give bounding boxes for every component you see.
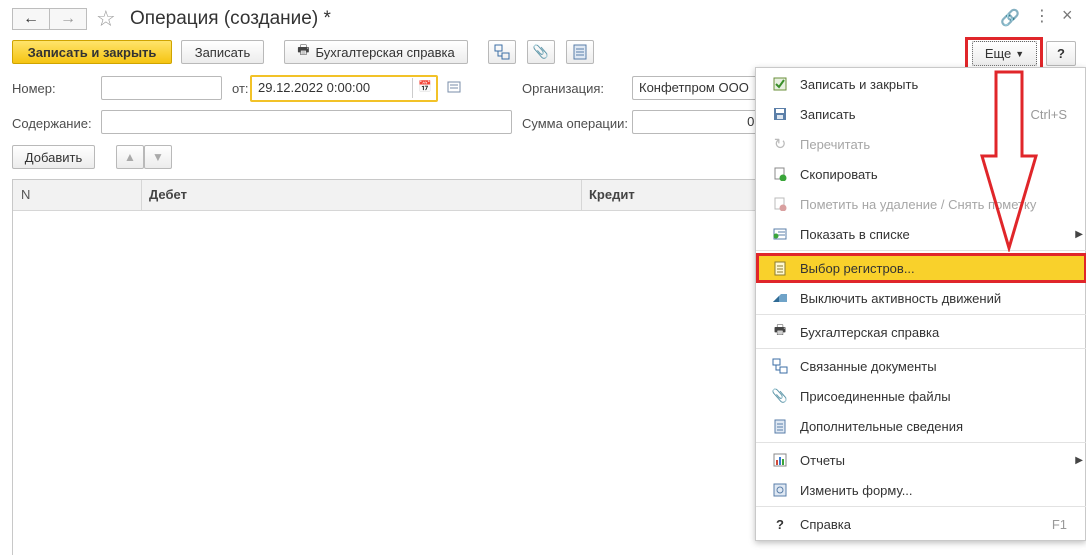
- column-divider: [581, 180, 582, 211]
- column-header-n[interactable]: N: [21, 187, 30, 202]
- copy-icon: [772, 166, 788, 182]
- favorite-star-icon[interactable]: ☆: [96, 6, 116, 32]
- menu-item-label: Выключить активность движений: [800, 290, 1002, 306]
- more-vertical-icon[interactable]: ⋮: [1034, 6, 1050, 26]
- annotation-arrow: [980, 70, 1039, 252]
- submenu-arrow-icon: ▶: [1075, 454, 1083, 466]
- menu-item-label: Показать в списке: [800, 226, 910, 242]
- menu-item-help[interactable]: ? Справка F1: [756, 510, 1086, 538]
- help-icon: ?: [776, 516, 784, 532]
- menu-separator: [756, 348, 1086, 349]
- info-button[interactable]: [566, 40, 594, 64]
- save-close-icon: [772, 76, 788, 92]
- move-up-button[interactable]: ▲: [116, 145, 144, 169]
- menu-item-label: Бухгалтерская справка: [800, 324, 940, 340]
- refresh-icon: ↻: [773, 136, 787, 153]
- save-button[interactable]: Записать: [181, 40, 264, 64]
- arrow-right-icon: →: [60, 10, 76, 27]
- delete-mark-icon: [772, 196, 788, 212]
- sum-label: Сумма операции:: [522, 116, 628, 131]
- floppy-icon: [772, 106, 788, 122]
- menu-separator: [756, 506, 1086, 507]
- calendar-icon[interactable]: 📅: [418, 80, 432, 93]
- org-label: Организация:: [522, 81, 605, 96]
- window-title: Операция (создание) *: [130, 8, 331, 29]
- more-button-label: Еще: [984, 46, 1012, 61]
- info-list-icon: [772, 418, 788, 434]
- arrow-up-icon: ▲: [124, 150, 136, 164]
- menu-item-label: Записать и закрыть: [800, 76, 919, 92]
- more-button[interactable]: Еще ▼: [972, 41, 1037, 66]
- column-header-credit[interactable]: Кредит: [589, 187, 635, 202]
- save-close-button[interactable]: Записать и закрыть: [12, 40, 172, 64]
- arrow-down-icon: ▼: [152, 150, 164, 164]
- menu-item-label: Скопировать: [800, 166, 878, 182]
- activity-off-icon: [772, 290, 788, 306]
- report-button-label: Бухгалтерская справка: [315, 44, 455, 60]
- show-in-list-icon: [772, 226, 788, 242]
- column-divider: [141, 180, 142, 211]
- printer-icon: 🖶: [773, 322, 787, 337]
- comment-icon[interactable]: [447, 80, 461, 97]
- menu-item-disable-activity[interactable]: Выключить активность движений: [756, 284, 1086, 312]
- paperclip-icon: 📎: [532, 44, 550, 59]
- menu-item-label: Изменить форму...: [800, 482, 913, 498]
- org-input[interactable]: Конфетпром ООО: [632, 76, 762, 100]
- entries-table[interactable]: N Дебет Кредит: [12, 179, 773, 555]
- submenu-arrow-icon: ▶: [1075, 228, 1083, 240]
- content-input[interactable]: [101, 110, 512, 134]
- menu-item-select-registers[interactable]: Выбор регистров...: [756, 253, 1086, 283]
- number-input[interactable]: [101, 76, 222, 100]
- menu-separator: [756, 442, 1086, 443]
- forward-button[interactable]: →: [49, 8, 87, 30]
- menu-item-label: Дополнительные сведения: [800, 418, 964, 434]
- printer-icon: 🖶: [297, 42, 310, 57]
- date-value: 29.12.2022 0:00:00: [258, 80, 371, 95]
- change-form-icon: [772, 482, 788, 498]
- linked-docs-icon: [772, 358, 788, 374]
- number-label: Номер:: [12, 81, 56, 96]
- menu-item-reports[interactable]: Отчеты ▶: [756, 446, 1086, 474]
- menu-item-label: Отчеты: [800, 452, 845, 468]
- menu-item-accounting-report[interactable]: 🖶 Бухгалтерская справка: [756, 318, 1086, 346]
- help-button[interactable]: ?: [1046, 41, 1076, 66]
- menu-item-change-form[interactable]: Изменить форму...: [756, 476, 1086, 504]
- menu-item-label: Перечитать: [800, 136, 871, 152]
- move-down-button[interactable]: ▼: [144, 145, 172, 169]
- column-header-debit[interactable]: Дебет: [149, 187, 187, 202]
- linked-docs-button[interactable]: [488, 40, 516, 64]
- back-button[interactable]: ←: [12, 8, 50, 30]
- menu-item-label: Связанные документы: [800, 358, 937, 374]
- registers-icon: [772, 260, 788, 276]
- menu-item-label: Выбор регистров...: [800, 260, 915, 276]
- date-input[interactable]: 29.12.2022 0:00:00: [250, 75, 438, 102]
- content-label: Содержание:: [12, 116, 92, 131]
- menu-item-label: Справка: [800, 516, 851, 532]
- add-row-button[interactable]: Добавить: [12, 145, 95, 169]
- reports-icon: [772, 452, 788, 468]
- close-icon[interactable]: ×: [1062, 5, 1073, 26]
- linked-docs-icon: [494, 44, 510, 60]
- menu-separator: [756, 314, 1086, 315]
- menu-item-attached-files[interactable]: 📎 Присоединенные файлы: [756, 382, 1086, 410]
- date-label: от:: [232, 81, 249, 96]
- date-divider: [412, 78, 413, 98]
- link-icon[interactable]: 🔗: [1000, 8, 1020, 28]
- sum-input[interactable]: 0,: [632, 110, 762, 134]
- arrow-left-icon: ←: [23, 10, 39, 27]
- chevron-down-icon: ▼: [1015, 48, 1025, 59]
- menu-item-linked-documents[interactable]: Связанные документы: [756, 352, 1086, 380]
- attach-files-button[interactable]: 📎: [527, 40, 555, 64]
- report-button[interactable]: 🖶 Бухгалтерская справка: [284, 40, 468, 64]
- table-header: [13, 180, 773, 211]
- menu-item-additional-info[interactable]: Дополнительные сведения: [756, 412, 1086, 440]
- menu-item-label: Присоединенные файлы: [800, 388, 951, 404]
- menu-item-label: Записать: [800, 106, 856, 122]
- paperclip-icon: 📎: [771, 388, 789, 403]
- menu-item-shortcut: F1: [1051, 516, 1067, 532]
- info-list-icon: [573, 44, 587, 60]
